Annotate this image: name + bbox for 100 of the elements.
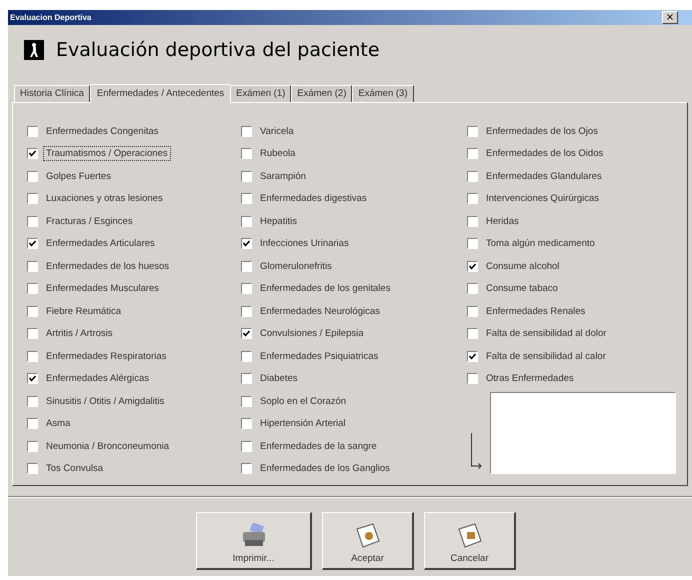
checkbox-label[interactable]: Infecciones Urinarias [258,237,351,250]
checkbox[interactable] [27,328,38,340]
checkbox-label[interactable]: Enfermedades Respiratorias [44,350,168,363]
checkbox[interactable] [241,306,252,317]
checkbox[interactable] [241,328,252,340]
checkbox[interactable] [241,126,252,137]
checkbox[interactable] [467,373,478,384]
checkbox[interactable] [467,193,478,204]
checkbox[interactable] [467,306,478,317]
checkbox[interactable] [27,216,38,227]
checkbox-label[interactable]: Enfermedades Glandulares [484,170,604,183]
tab[interactable]: Exámen (3) [352,85,414,102]
checkbox-label[interactable]: Convulsiones / Epilepsia [258,327,366,340]
checkbox[interactable] [241,350,252,362]
checkbox-label[interactable]: Hepatitis [258,214,299,228]
checkbox-label[interactable]: Fiebre Reumática [44,304,123,318]
checkbox[interactable] [27,418,38,430]
checkbox-label[interactable]: Sinusitis / Otitis / Amigdalitis [44,394,166,408]
checkbox[interactable] [241,283,252,294]
checkbox-label[interactable]: Diabetes [258,372,300,386]
checkbox-label[interactable]: Hipertensión Arterial [258,417,348,430]
checkbox[interactable] [241,396,252,407]
checkbox-label[interactable]: Asma [44,417,72,430]
checkbox[interactable] [241,216,252,227]
page-heading: Evaluación deportiva del paciente [56,39,380,61]
checkbox-label[interactable]: Toma algún medicamento [484,237,597,250]
checkbox-label[interactable]: Traumatismos / Operaciones [44,147,170,160]
checkbox[interactable] [467,148,478,160]
checkbox[interactable] [467,283,478,294]
checkbox-label[interactable]: Fracturas / Esginces [44,214,135,228]
checkbox-label[interactable]: Sarampión [258,170,308,183]
checkbox-label[interactable]: Enfermedades Psiquiatricas [258,350,380,363]
checkbox-label[interactable]: Enfermedades de la sangre [258,440,379,453]
checkbox-label[interactable]: Enfermedades de los genitales [258,282,392,296]
checkbox[interactable] [467,216,478,227]
checkbox[interactable] [241,260,252,272]
checkbox[interactable] [27,463,38,474]
checkbox[interactable] [27,193,38,204]
checkbox[interactable] [27,283,38,294]
window-title: Evaluacion Deportiva [10,13,92,22]
checkbox[interactable] [241,373,252,384]
checkbox-label[interactable]: Enfermedades Articulares [44,237,157,250]
checkbox[interactable] [27,396,38,407]
checkbox-label[interactable]: Enfermedades de los Ojos [484,124,600,138]
tab[interactable]: Exámen (1) [230,85,292,102]
checkbox-label[interactable]: Neumonia / Bronconeumonia [44,440,172,453]
dialog-button[interactable]: Imprimir... [196,512,312,570]
dialog-button[interactable]: Cancelar [424,512,516,570]
checkbox-label[interactable]: Golpes Fuertes [44,170,113,183]
checkbox[interactable] [27,440,38,452]
checkbox[interactable] [241,418,252,430]
checkbox-label[interactable]: Soplo en el Corazón [258,394,348,408]
checkbox[interactable] [27,260,38,272]
checkbox[interactable] [27,170,38,182]
close-button[interactable]: × [662,11,678,24]
checkbox[interactable] [27,350,38,362]
checkbox[interactable] [27,306,38,317]
checkbox[interactable] [467,260,478,272]
checkbox-label[interactable]: Enfermedades de los Ganglios [258,462,392,476]
checkbox[interactable] [27,126,38,137]
checkbox[interactable] [241,193,252,204]
checkbox-label[interactable]: Heridas [484,214,521,228]
checkbox-label[interactable]: Consume tabaco [484,282,560,296]
checkbox[interactable] [27,148,38,160]
checkbox[interactable] [467,126,478,137]
tab[interactable]: Enfermedades / Antecedentes [90,84,230,103]
checkbox-label[interactable]: Enfermedades Congenitas [44,124,160,138]
checkbox-label[interactable]: Glomerulonefritis [258,260,334,273]
checkbox-label[interactable]: Enfermedades Alérgicas [44,372,151,386]
checkbox-label[interactable]: Tos Convulsa [44,462,106,476]
dialog-button[interactable]: Aceptar [322,512,414,570]
checkbox[interactable] [241,238,252,250]
checkbox[interactable] [467,350,478,362]
checkbox-label[interactable]: Intervenciones Quirúrgicas [484,192,601,206]
checkbox-label[interactable]: Rubeola [258,147,298,160]
checkbox-label[interactable]: Otras Enfermedades [484,372,576,386]
tab[interactable]: Exámen (2) [291,85,352,102]
checkbox-label[interactable]: Enfermedades de los Oidos [484,147,606,160]
checkbox[interactable] [241,170,252,182]
checkbox-label[interactable]: Enfermedades de los huesos [44,260,172,273]
checkbox[interactable] [241,440,252,452]
checkbox[interactable] [467,170,478,182]
checkbox-label[interactable]: Enfermedades Renales [484,304,588,318]
checkbox[interactable] [241,148,252,160]
tab[interactable]: Historia Clínica [14,85,90,102]
checkbox[interactable] [467,238,478,250]
checkbox-label[interactable]: Falta de sensibilidad al calor [484,350,608,363]
checkbox-label[interactable]: Consume alcohol [484,260,562,273]
checkbox-label[interactable]: Enfermedades digestivas [258,192,369,206]
checkbox[interactable] [27,238,38,250]
checkbox-label[interactable]: Enfermedades Neurológicas [258,304,382,318]
checkbox-label[interactable]: Artritis / Artrosis [44,327,115,340]
runner-icon [24,40,44,60]
checkbox-label[interactable]: Varicela [258,124,296,138]
checkbox-label[interactable]: Falta de sensibilidad al dolor [484,327,608,340]
checkbox[interactable] [467,328,478,340]
checkbox[interactable] [27,373,38,384]
checkbox[interactable] [241,463,252,474]
checkbox-label[interactable]: Luxaciones y otras lesiones [44,192,165,206]
checkbox-label[interactable]: Enfermedades Musculares [44,282,161,296]
